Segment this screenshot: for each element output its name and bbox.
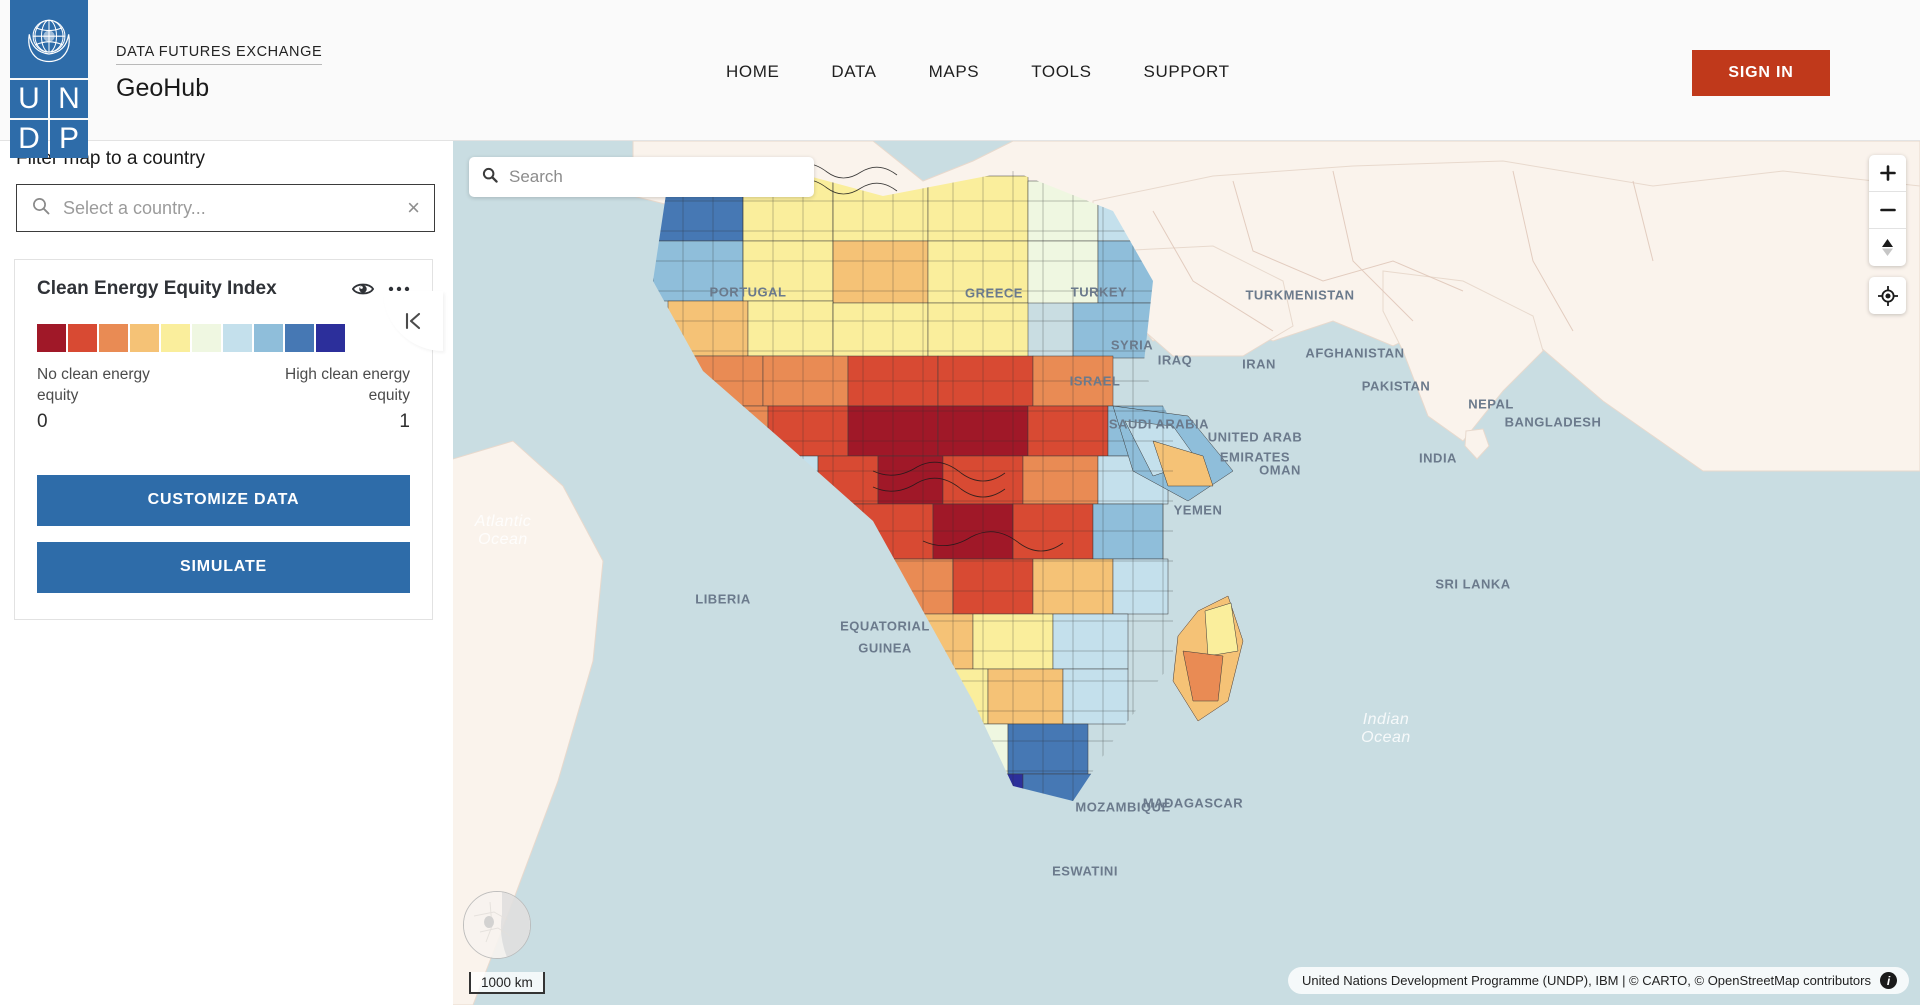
layer-header: Clean Energy Equity Index: [37, 278, 410, 300]
layer-title: Clean Energy Equity Index: [37, 278, 277, 299]
collapse-left-icon: [405, 312, 421, 330]
country-input[interactable]: [63, 197, 408, 219]
map-controls: [1869, 155, 1906, 325]
inset-locator-globe: [463, 891, 531, 959]
geolocate-control-group: [1869, 277, 1906, 314]
legend-max-label: High clean energy equity: [285, 366, 410, 404]
attribution-text: United Nations Development Programme (UN…: [1302, 973, 1871, 988]
legend-swatch-4: [161, 324, 190, 352]
left-sidebar: Filter map to a country × Clean Energy E…: [0, 141, 453, 1005]
nav-item-support[interactable]: SUPPORT: [1118, 54, 1256, 90]
legend-values: 0 1: [37, 411, 410, 433]
legend-swatch-6: [223, 324, 252, 352]
nav-item-tools[interactable]: TOOLS: [1005, 54, 1117, 90]
simulate-button[interactable]: SIMULATE: [37, 541, 410, 593]
zoom-out-button[interactable]: [1869, 192, 1906, 229]
brand-kicker: DATA FUTURES EXCHANGE: [116, 44, 323, 65]
legend-swatch-2: [99, 324, 128, 352]
page-title: GeoHub: [116, 74, 210, 102]
map-scale-bar: 1000 km: [469, 972, 545, 994]
customize-data-button[interactable]: CUSTOMIZE DATA: [37, 474, 410, 526]
sign-in-button[interactable]: SIGN IN: [1692, 50, 1830, 96]
legend-color-scale: [37, 324, 410, 352]
un-emblem-icon: [10, 0, 88, 78]
legend-swatch-7: [254, 324, 283, 352]
map-canvas: [453, 141, 1920, 1005]
legend-swatch-5: [192, 324, 221, 352]
map-search-input[interactable]: [509, 167, 814, 187]
logo-letter-p: P: [50, 120, 88, 158]
zoom-in-button[interactable]: [1869, 155, 1906, 192]
nav-item-home[interactable]: HOME: [700, 54, 805, 90]
map-viewport[interactable]: PORTUGAL GREECE TURKEY TURKMENISTAN SYRIA IRA…: [453, 141, 1920, 1005]
legend-swatch-1: [68, 324, 97, 352]
map-attribution: United Nations Development Programme (UN…: [1288, 967, 1909, 994]
compass-icon[interactable]: [1869, 229, 1906, 266]
logo-letter-n: N: [50, 80, 88, 118]
legend-max-value: 1: [399, 410, 410, 432]
info-icon[interactable]: i: [1880, 972, 1897, 989]
logo-letter-u: U: [10, 80, 48, 118]
legend-swatch-3: [130, 324, 159, 352]
legend-min-value: 0: [37, 410, 48, 432]
legend-min-label: No clean energy equity: [37, 366, 150, 404]
legend-labels: No clean energy equity High clean energy…: [37, 365, 410, 407]
nav-item-maps[interactable]: MAPS: [903, 54, 1006, 90]
main-navigation: HOME DATA MAPS TOOLS SUPPORT: [700, 54, 1256, 90]
app-header: U N D P DATA FUTURES EXCHANGE GeoHub HOM…: [0, 0, 1920, 158]
brand[interactable]: DATA FUTURES EXCHANGE GeoHub: [116, 43, 323, 103]
logo-letter-d: D: [10, 120, 48, 158]
legend-swatch-8: [285, 324, 314, 352]
search-icon: [31, 196, 51, 221]
country-filter[interactable]: ×: [16, 184, 435, 232]
undp-logo[interactable]: U N D P: [10, 0, 88, 160]
eye-icon[interactable]: [352, 281, 374, 297]
map-search-box[interactable]: [469, 157, 814, 197]
layer-card: Clean Energy Equity Index No clean energ…: [14, 259, 433, 620]
legend-swatch-9: [316, 324, 345, 352]
nav-item-data[interactable]: DATA: [805, 54, 902, 90]
zoom-control-group: [1869, 155, 1906, 266]
geolocate-button[interactable]: [1869, 277, 1906, 314]
search-icon: [481, 166, 499, 189]
legend-swatch-0: [37, 324, 66, 352]
undp-letters: U N D P: [10, 80, 88, 158]
clear-icon[interactable]: ×: [407, 197, 420, 219]
